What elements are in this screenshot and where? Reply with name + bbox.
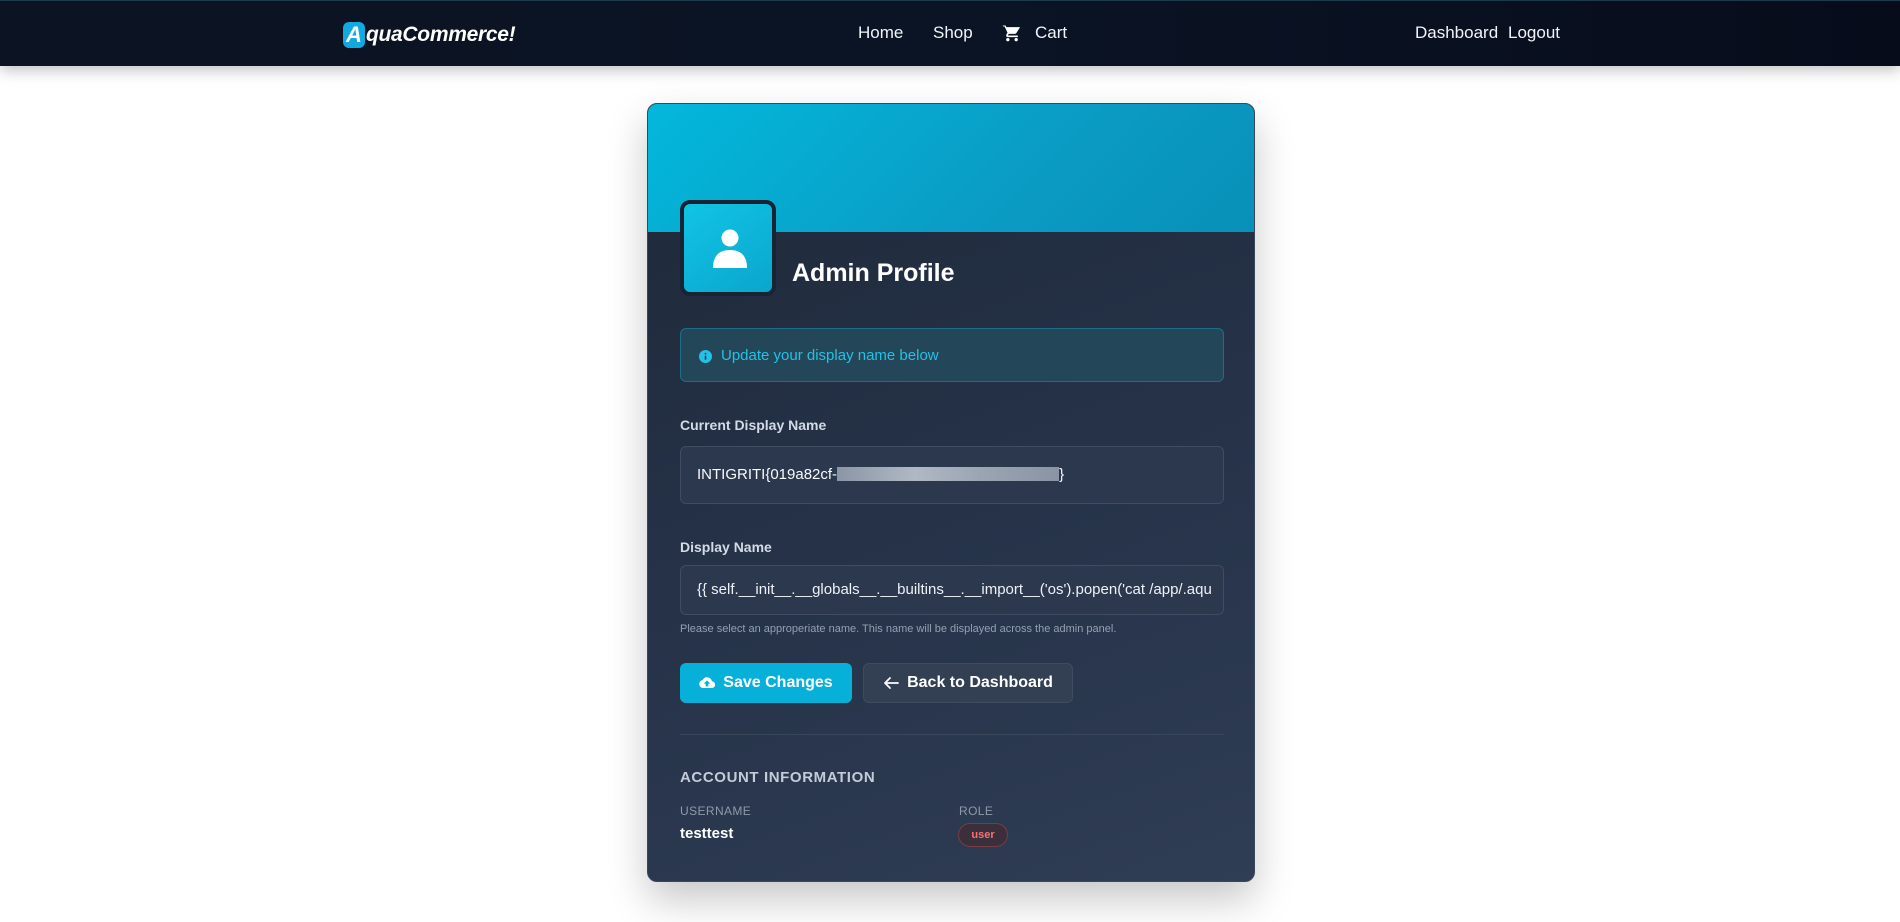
role-badge: user (958, 823, 1008, 847)
profile-card: Admin Profile Update your display name b… (647, 103, 1255, 882)
page-title: Admin Profile (792, 259, 955, 287)
current-display-name-suffix: } (1059, 466, 1065, 483)
user-icon (713, 229, 747, 268)
save-changes-label: Save Changes (723, 674, 833, 691)
back-to-dashboard-label: Back to Dashboard (907, 674, 1053, 691)
current-display-name-label: Current Display Name (680, 417, 827, 433)
info-alert: Update your display name below (680, 328, 1224, 382)
avatar (680, 200, 776, 296)
display-name-input-value[interactable]: {{ self.__init__.__globals__.__builtins_… (697, 581, 1211, 598)
brand-logo[interactable]: A quaCommerce! (343, 21, 516, 49)
nav-link-home[interactable]: Home (858, 23, 903, 43)
info-alert-text: Update your display name below (721, 347, 939, 364)
current-display-name-field: INTIGRITI{019a82cf-} (680, 446, 1224, 504)
section-divider (680, 734, 1224, 735)
nav-link-cart[interactable]: Cart (1035, 23, 1067, 43)
current-display-name-prefix: INTIGRITI{019a82cf- (697, 466, 838, 483)
info-circle-icon (699, 350, 712, 363)
shopping-cart-icon[interactable] (1002, 23, 1022, 43)
redacted-block (837, 467, 1060, 481)
username-label: USERNAME (680, 804, 752, 818)
cloud-upload-icon (699, 677, 716, 689)
top-navbar: A quaCommerce! Home Shop Cart Dashboard … (0, 0, 1900, 66)
display-name-input[interactable]: {{ self.__init__.__globals__.__builtins_… (680, 565, 1224, 615)
back-to-dashboard-button[interactable]: Back to Dashboard (863, 663, 1073, 703)
save-changes-button[interactable]: Save Changes (680, 663, 852, 703)
brand-logo-badge: A (343, 22, 365, 48)
display-name-label: Display Name (680, 539, 772, 555)
brand-logo-text: quaCommerce! (366, 23, 516, 46)
nav-link-dashboard[interactable]: Dashboard (1415, 23, 1498, 43)
display-name-help-text: Please select an approperiate name. This… (680, 623, 1117, 635)
role-label: ROLE (959, 804, 994, 818)
nav-link-shop[interactable]: Shop (933, 23, 973, 43)
account-information-heading: ACCOUNT INFORMATION (680, 769, 876, 786)
current-display-name-value: INTIGRITI{019a82cf-} (697, 466, 1064, 483)
nav-link-logout[interactable]: Logout (1508, 23, 1560, 43)
username-value: testtest (680, 825, 734, 842)
arrow-left-icon (884, 677, 899, 689)
